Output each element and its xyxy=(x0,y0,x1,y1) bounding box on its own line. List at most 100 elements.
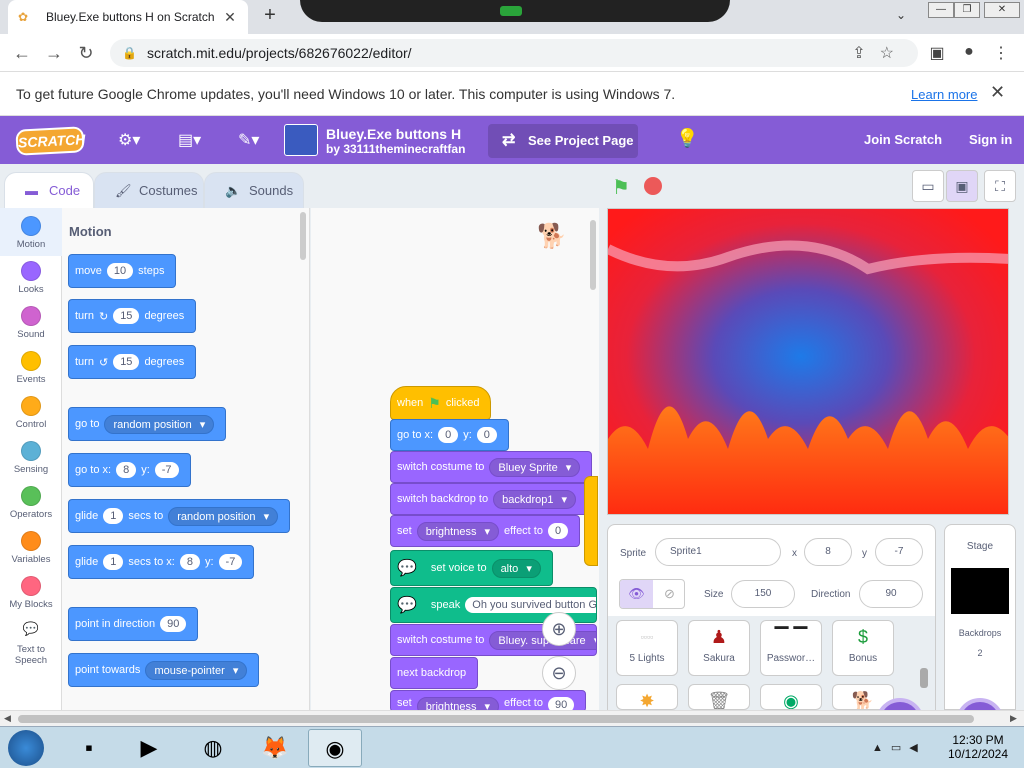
kebab-menu-icon[interactable]: ⋮ xyxy=(990,43,1012,63)
sprite-tile[interactable]: $ Bonus xyxy=(832,620,894,676)
target-dropdown[interactable]: mouse-pointer ▾ xyxy=(145,660,248,680)
green-flag-icon[interactable]: ⚑ xyxy=(612,175,634,199)
size-field[interactable]: 150 xyxy=(731,580,795,608)
sprite-tile[interactable]: ◉ xyxy=(760,684,822,710)
sprite-tile[interactable]: ♟ Sakura xyxy=(688,620,750,676)
show-eye-icon[interactable]: 👁 xyxy=(620,580,653,608)
sign-in-link[interactable]: Sign in xyxy=(969,132,1012,147)
category-events[interactable]: Events xyxy=(0,351,62,385)
direction-field[interactable]: 90 xyxy=(859,580,923,608)
move-steps-block[interactable]: move 10 steps xyxy=(68,254,177,288)
script-scrollbar[interactable] xyxy=(590,220,596,290)
secs-input[interactable]: 1 xyxy=(103,508,124,524)
scroll-left-icon[interactable]: ◀ xyxy=(4,713,11,724)
category-my-blocks[interactable]: My Blocks xyxy=(0,576,62,610)
fullscreen-icon[interactable]: ⛶ xyxy=(984,170,1016,202)
media-player-icon[interactable]: ▶ xyxy=(122,729,176,767)
category-sensing[interactable]: Sensing xyxy=(0,441,62,475)
degrees-input[interactable]: 15 xyxy=(113,354,140,370)
y-input[interactable]: -7 xyxy=(218,554,243,570)
turn-left-block[interactable]: turn ↺ 15 degrees xyxy=(68,345,197,379)
window-close-icon[interactable]: ✕ xyxy=(984,2,1020,18)
globe-app-icon[interactable]: ◍ xyxy=(186,729,240,767)
minimize-icon[interactable]: — xyxy=(928,2,954,18)
x-input[interactable]: 0 xyxy=(438,427,459,443)
scroll-right-icon[interactable]: ▶ xyxy=(1010,713,1017,724)
palette-scrollbar[interactable] xyxy=(300,212,306,260)
infobar-close-icon[interactable]: ✕ xyxy=(990,82,1005,103)
switch-backdrop-block[interactable]: switch backdrop to backdrop1 ▾ xyxy=(390,483,589,515)
sidepanel-icon[interactable]: ▣ xyxy=(926,43,948,63)
maximize-icon[interactable]: ❐ xyxy=(954,2,980,18)
forward-icon[interactable]: → xyxy=(42,41,66,65)
close-tab-icon[interactable]: ✕ xyxy=(222,9,238,26)
stop-icon[interactable] xyxy=(644,177,662,195)
category-operators[interactable]: Operators xyxy=(0,486,62,520)
hide-eye-icon[interactable]: ⊘ xyxy=(653,580,684,608)
join-scratch-link[interactable]: Join Scratch xyxy=(864,132,942,147)
target-dropdown[interactable]: random position ▾ xyxy=(104,414,215,434)
back-icon[interactable]: ← xyxy=(10,41,34,65)
target-dropdown[interactable]: random position ▾ xyxy=(168,506,279,526)
page-horizontal-scrollbar[interactable]: ◀ ▶ xyxy=(0,710,1024,726)
go-to-xy-script-block[interactable]: go to x: 0 y: 0 xyxy=(390,419,509,451)
sprite-list-scrollbar[interactable] xyxy=(920,668,928,688)
normal-stage-icon[interactable]: ▣ xyxy=(946,170,978,202)
reload-icon[interactable]: ↻ xyxy=(74,41,98,65)
file-menu-icon[interactable]: ▤▾ xyxy=(178,130,201,150)
zoom-out-button[interactable]: ⊖ xyxy=(542,656,576,690)
see-project-page-button[interactable]: ⇄ See Project Page xyxy=(488,124,638,158)
turn-right-block[interactable]: turn ↻ 15 degrees xyxy=(68,299,197,333)
switch-costume-block[interactable]: switch costume to Bluey Sprite ▾ xyxy=(390,451,593,483)
degrees-input[interactable]: 15 xyxy=(113,308,140,324)
learn-more-link[interactable]: Learn more xyxy=(911,87,977,102)
terminal-app-icon[interactable]: ▪ xyxy=(62,729,116,767)
project-author[interactable]: by 33111theminecraftfan xyxy=(326,142,465,156)
sprite-name-field[interactable]: Sprite1 xyxy=(655,538,781,566)
new-tab-icon[interactable]: + xyxy=(258,4,282,27)
effect-dropdown[interactable]: brightness ▾ xyxy=(416,521,500,541)
settings-gear-icon[interactable]: ⚙▾ xyxy=(118,130,140,150)
scratch-logo[interactable]: SCRATCH xyxy=(15,126,86,156)
x-input[interactable]: 8 xyxy=(179,554,200,570)
category-text-to-speech[interactable]: 💬 Text to Speech xyxy=(0,621,62,666)
stage-selector-pane[interactable]: Stage Backdrops 2 xyxy=(944,524,1016,710)
tab-costumes[interactable]: 🖌 Costumes xyxy=(94,172,204,208)
omnibox[interactable]: 🔒 scratch.mit.edu/projects/682676022/edi… xyxy=(110,39,918,67)
category-sound[interactable]: Sound xyxy=(0,306,62,340)
taskbar-clock[interactable]: 12:30 PM 10/12/2024 xyxy=(942,733,1014,761)
sprite-tile[interactable]: ▫▫▫▫ 5 Lights xyxy=(616,620,678,676)
lightbulb-icon[interactable]: 💡 xyxy=(676,128,698,149)
x-input[interactable]: 8 xyxy=(116,462,137,478)
category-looks[interactable]: Looks xyxy=(0,261,62,295)
go-to-xy-block[interactable]: go to x: 8 y: -7 xyxy=(68,453,191,487)
tab-search-chevron-icon[interactable]: ⌄ xyxy=(896,8,906,22)
system-tray-icons[interactable]: ▲▭◀ xyxy=(872,741,926,754)
tab-code[interactable]: ▬ Code xyxy=(4,172,94,208)
speak-text-input[interactable]: Oh you survived button G xyxy=(465,597,596,613)
partial-offscreen-block[interactable] xyxy=(584,476,598,566)
voice-dropdown[interactable]: alto ▾ xyxy=(491,558,541,578)
when-flag-clicked-block[interactable]: when ⚑ clicked xyxy=(390,386,492,420)
category-motion[interactable]: Motion xyxy=(0,216,62,250)
scrollbar-thumb[interactable] xyxy=(18,715,974,723)
windows-start-button[interactable] xyxy=(8,730,44,766)
point-towards-block[interactable]: point towards mouse-pointer ▾ xyxy=(68,653,260,687)
edit-menu-icon[interactable]: ✎▾ xyxy=(238,130,259,150)
glide-xy-block[interactable]: glide 1 secs to x: 8 y: -7 xyxy=(68,545,255,579)
share-bookmark-icons[interactable]: ⇪☆ xyxy=(852,43,908,63)
glide-block[interactable]: glide 1 secs to random position ▾ xyxy=(68,499,291,533)
backdrop-dropdown[interactable]: backdrop1 ▾ xyxy=(493,489,577,509)
next-backdrop-block[interactable]: next backdrop xyxy=(390,657,479,689)
y-input[interactable]: 0 xyxy=(476,427,497,443)
set-effect-block[interactable]: set brightness ▾ effect to 0 xyxy=(390,515,581,547)
set-voice-block[interactable]: 💬 set voice to alto ▾ xyxy=(390,550,553,586)
sprite-tile[interactable]: ✸ xyxy=(616,684,678,710)
sprite-tile[interactable]: ▔ ▔ Passwor… xyxy=(760,620,822,676)
browser-tab[interactable]: ✿ Bluey.Exe buttons H on Scratch ✕ xyxy=(8,0,248,34)
category-control[interactable]: Control xyxy=(0,396,62,430)
costume-dropdown[interactable]: Bluey Sprite ▾ xyxy=(489,457,581,477)
sprite-tile[interactable]: 🗑 xyxy=(688,684,750,710)
point-in-direction-block[interactable]: point in direction 90 xyxy=(68,607,199,641)
small-stage-icon[interactable]: ▭ xyxy=(912,170,944,202)
